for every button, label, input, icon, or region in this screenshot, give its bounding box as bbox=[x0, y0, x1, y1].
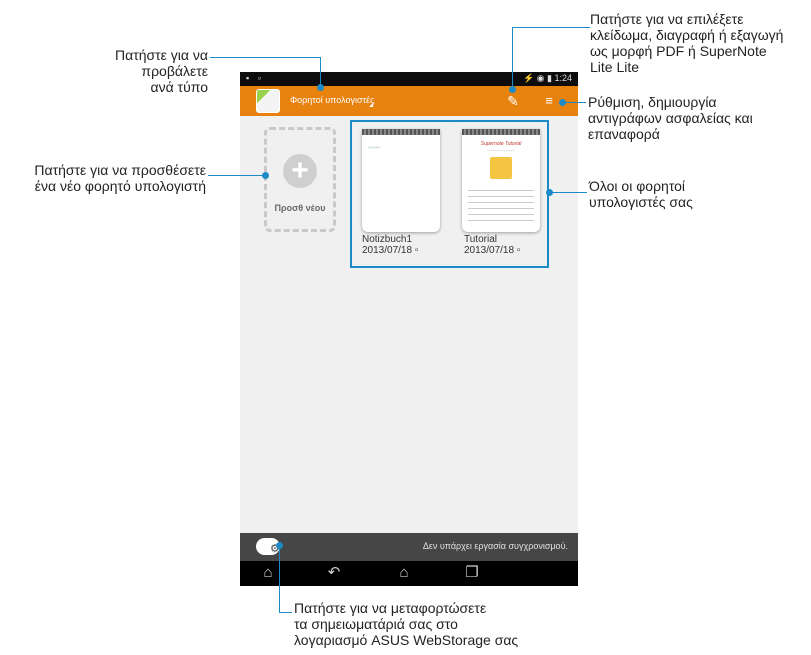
wifi-icon: ⚡ ◉ ▮ bbox=[522, 73, 555, 83]
callout-lock-delete-export: Πατήστε για να επιλέξετε κλείδωμα, διαγρ… bbox=[590, 11, 784, 75]
cover-subtitle-scribble: ~~~~~~~~~~~~ bbox=[486, 148, 516, 153]
status-time: ⚡ ◉ ▮ 1:24 bbox=[523, 73, 572, 84]
callout-line bbox=[563, 102, 586, 103]
callout-dot bbox=[546, 189, 553, 196]
launcher-icon[interactable]: ⌂ bbox=[254, 563, 282, 583]
callout-line bbox=[210, 57, 321, 58]
callout-line bbox=[512, 27, 590, 28]
callout-dot bbox=[509, 86, 516, 93]
callout-dot bbox=[559, 99, 566, 106]
dropdown-caret-icon bbox=[369, 103, 373, 107]
navigation-bar: ⌂ ↶ ⌂ ❐ bbox=[240, 561, 578, 586]
callout-add-new: Πατήστε για να προσθέσετε ένα νέο φορητό… bbox=[34, 162, 206, 194]
notebook-date: 2013/07/18 ▫ bbox=[362, 245, 419, 256]
handwriting-lines bbox=[468, 185, 534, 225]
notebook-type-selector[interactable]: Φορητοί υπολογιστές bbox=[290, 95, 374, 105]
add-notebook-label: Προσθ νέου bbox=[274, 203, 326, 213]
notebook-date: 2013/07/18 ▫ bbox=[464, 245, 521, 256]
sync-bar: ⚙ Δεν υπάρχει εργασία συγχρονισμού. bbox=[240, 533, 578, 561]
callout-line bbox=[550, 192, 587, 193]
callout-settings: Ρύθμιση, δημιουργία αντιγράφων ασφαλείας… bbox=[588, 94, 753, 142]
add-notebook-button[interactable]: + Προσθ νέου bbox=[264, 127, 336, 232]
callout-dot bbox=[317, 84, 324, 91]
callout-line bbox=[279, 612, 292, 613]
recent-apps-icon[interactable]: ❐ bbox=[458, 563, 486, 583]
notification-icons: ▪ ▫ bbox=[246, 73, 264, 83]
notebook-card[interactable]: Supernote Tutorial ~~~~~~~~~~~~ bbox=[462, 129, 540, 232]
back-icon[interactable]: ↶ bbox=[320, 563, 348, 583]
action-bar: Φορητοί υπολογιστές ✎ ≡ bbox=[240, 86, 578, 116]
callout-line bbox=[320, 57, 321, 87]
home-icon[interactable]: ⌂ bbox=[390, 563, 418, 583]
clock-label: 1:24 bbox=[554, 73, 572, 83]
callout-view-by-type: Πατήστε για να προβάλετε ανά τύπο bbox=[114, 47, 208, 95]
edit-icon[interactable]: ✎ bbox=[506, 92, 520, 110]
callout-line bbox=[279, 545, 280, 613]
notebook-cover-title: Supernote Tutorial bbox=[480, 141, 522, 147]
callout-all-notebooks: Όλοι οι φορητοί υπολογιστές σας bbox=[589, 178, 693, 210]
callout-line bbox=[512, 27, 513, 89]
status-bar: ▪ ▫ ⚡ ◉ ▮ 1:24 bbox=[240, 72, 578, 86]
callout-line bbox=[208, 175, 264, 176]
callout-dot bbox=[276, 542, 283, 549]
sync-status-text: Δεν υπάρχει εργασία συγχρονισμού. bbox=[422, 541, 568, 551]
supernote-app-icon[interactable] bbox=[256, 89, 280, 113]
callout-upload: Πατήστε για να μεταφορτώσετε τα σημειωμα… bbox=[294, 600, 519, 648]
menu-icon[interactable]: ≡ bbox=[542, 92, 556, 110]
notebook-spiral bbox=[462, 129, 540, 135]
callout-dot bbox=[262, 172, 269, 179]
tablet-screen: ▪ ▫ ⚡ ◉ ▮ 1:24 Φορητοί υπολογιστές ✎ ≡ +… bbox=[240, 72, 578, 586]
handwriting-preview: 〰〰 bbox=[368, 146, 381, 152]
sticky-note-icon bbox=[490, 157, 512, 179]
notebook-name: Notizbuch1 bbox=[362, 234, 413, 245]
plus-icon: + bbox=[283, 154, 317, 188]
notebooks-highlight: 〰〰 Notizbuch1 2013/07/18 ▫ Supernote Tut… bbox=[350, 120, 549, 268]
notebook-card[interactable]: 〰〰 bbox=[362, 129, 440, 232]
notebook-name: Tutorial bbox=[464, 234, 497, 245]
notebook-spiral bbox=[362, 129, 440, 135]
